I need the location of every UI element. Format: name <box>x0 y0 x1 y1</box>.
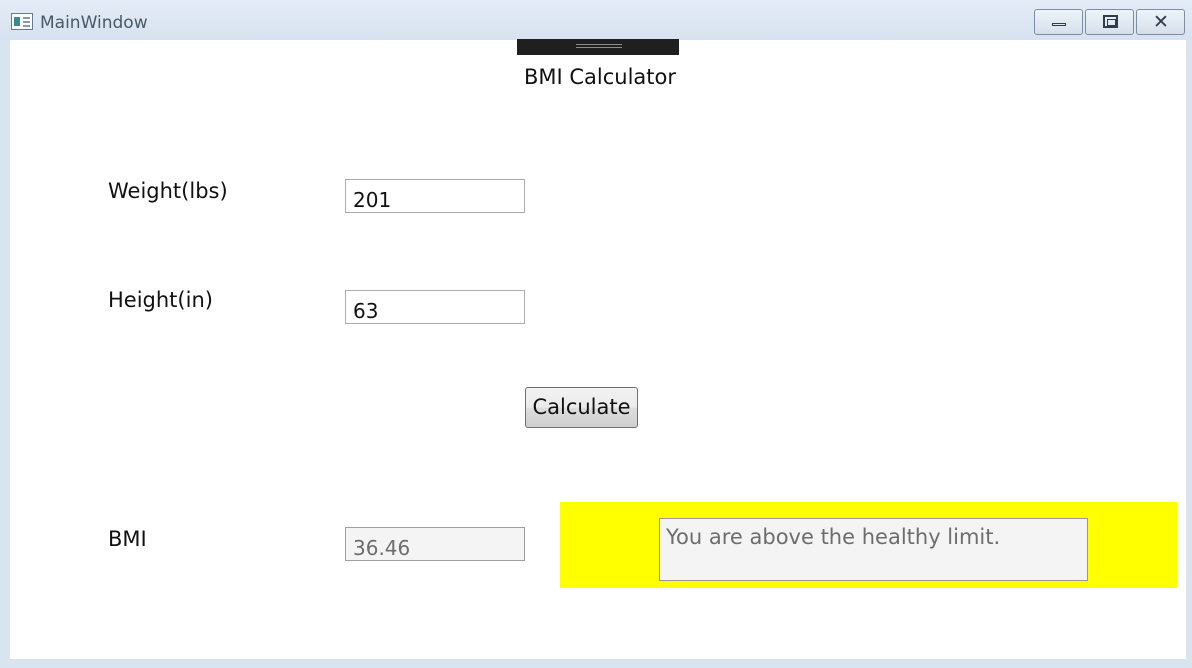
height-label: Height(in) <box>108 288 213 312</box>
window-title: MainWindow <box>40 13 148 33</box>
weight-input[interactable]: 201 <box>345 179 525 213</box>
close-button[interactable]: ✕ <box>1136 9 1185 35</box>
status-message[interactable]: You are above the healthy limit. <box>659 518 1088 581</box>
maximize-icon <box>1103 15 1118 28</box>
bmi-label: BMI <box>108 527 147 551</box>
minimize-button[interactable] <box>1034 9 1083 35</box>
bmi-result-field[interactable]: 36.46 <box>345 527 525 561</box>
maximize-button[interactable] <box>1085 9 1134 35</box>
app-icon[interactable] <box>11 13 33 30</box>
calculate-button[interactable]: Calculate <box>525 387 638 428</box>
status-panel: You are above the healthy limit. <box>560 502 1177 588</box>
weight-label: Weight(lbs) <box>108 179 228 203</box>
minimize-icon <box>1052 23 1066 26</box>
title-bar[interactable]: MainWindow ✕ <box>0 0 1192 40</box>
page-title: BMI Calculator <box>523 65 677 89</box>
drag-handle[interactable] <box>517 39 679 55</box>
height-input[interactable]: 63 <box>345 290 525 324</box>
close-icon: ✕ <box>1153 11 1169 33</box>
window-content: BMI Calculator Weight(lbs) 201 Height(in… <box>10 39 1186 659</box>
main-window: MainWindow ✕ BMI Calculator Weight(lbs) … <box>0 0 1192 668</box>
